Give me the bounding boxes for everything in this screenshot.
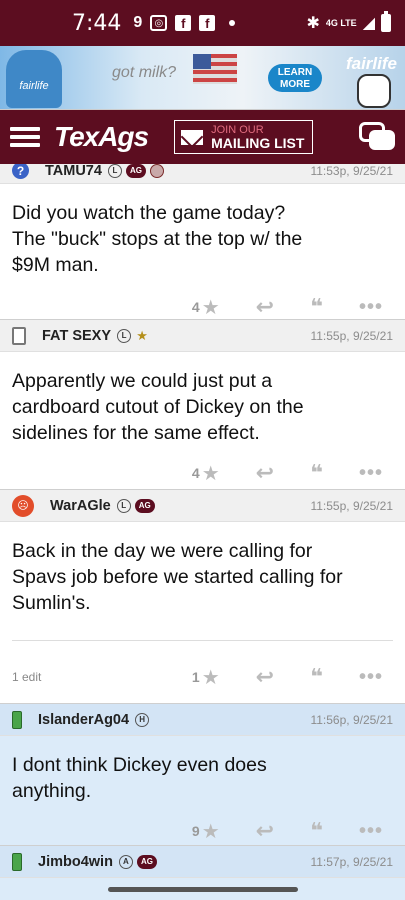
quote-icon[interactable]: ❝: [310, 818, 323, 844]
star-badge-icon: ★: [136, 327, 148, 343]
post-line: I dont think Dickey even does: [12, 754, 267, 776]
post-body: Apparently we could just put a cardboard…: [0, 352, 405, 446]
network-type: 4G LTE: [325, 17, 357, 28]
vote-button[interactable]: 1 ★: [192, 665, 220, 690]
site-logo[interactable]: TexAgs: [54, 121, 149, 153]
post-line: Back in the day we were calling for: [12, 540, 313, 562]
badge-l: L: [107, 164, 122, 178]
clock: 7:44: [72, 10, 122, 36]
home-indicator[interactable]: [108, 887, 298, 892]
bluetooth-icon: ✱: [306, 15, 320, 32]
flag-image: [193, 54, 237, 84]
more-options-icon[interactable]: •••: [359, 666, 383, 689]
post-line: Spavs job before we started calling for: [12, 566, 343, 588]
learn-more-button[interactable]: LEARN MORE: [268, 64, 322, 92]
post: FAT SEXY L ★ 11:55p, 9/25/21 Apparently …: [0, 320, 405, 490]
post: ? TAMU74 L AG 11:53p, 9/25/21 Did you wa…: [0, 164, 405, 320]
star-icon: ★: [201, 462, 220, 485]
mailing-list-button[interactable]: JOIN OUR MAILING LIST: [174, 120, 314, 154]
star-icon: ★: [201, 296, 220, 319]
quote-icon[interactable]: ❝: [310, 460, 323, 486]
vote-button[interactable]: 4 ★: [192, 461, 220, 486]
post: IslanderAg04 H 11:56p, 9/25/21 I dont th…: [0, 704, 405, 846]
more-notifications-icon: [229, 20, 236, 26]
phone-avatar-icon[interactable]: [12, 852, 22, 871]
cow-icon: [357, 74, 391, 108]
more-options-icon[interactable]: •••: [359, 820, 383, 843]
post-time[interactable]: 11:55p, 9/25/21: [310, 329, 393, 343]
post-body: Back in the day we were calling for Spav…: [0, 522, 405, 616]
got-milk-logo: got milk?: [112, 64, 177, 81]
username[interactable]: FAT SEXY: [42, 328, 111, 344]
app-9-icon: 9: [133, 14, 143, 31]
post-time[interactable]: 11:56p, 9/25/21: [310, 713, 393, 727]
badge-l: L: [117, 328, 132, 343]
star-icon: ★: [201, 820, 220, 843]
post-header: ? TAMU74 L AG 11:53p, 9/25/21: [0, 164, 405, 184]
instagram-icon: ◎: [150, 15, 168, 31]
brand-logo: fairlife: [345, 54, 397, 73]
username[interactable]: TAMU74: [45, 164, 102, 179]
milk-bottle-image: fairlife: [6, 50, 62, 108]
vote-button[interactable]: 4 ★: [192, 295, 220, 320]
post-line: sidelines for the same effect.: [12, 422, 260, 444]
post-line: cardboard cutout of Dickey on the: [12, 396, 304, 418]
post-line: Apparently we could just put a: [12, 370, 273, 392]
post-header: IslanderAg04 H 11:56p, 9/25/21: [0, 704, 405, 736]
post-header: Jimbo4win A AG 11:57p, 9/25/21: [0, 846, 405, 878]
edit-count[interactable]: 1 edit: [12, 670, 41, 684]
envelope-icon: [181, 129, 204, 145]
quote-icon[interactable]: ❝: [310, 664, 323, 690]
phone-avatar-icon[interactable]: [12, 710, 22, 729]
badge-ag: AG: [134, 498, 155, 513]
post-line: Did you watch the game today?: [12, 202, 286, 224]
username[interactable]: WarAGle: [50, 498, 111, 514]
vote-button[interactable]: 9 ★: [192, 819, 220, 844]
quote-icon[interactable]: ❝: [310, 294, 323, 320]
reply-icon[interactable]: ↩: [256, 460, 274, 486]
divider: [12, 640, 393, 641]
post-actions: 1 edit 1 ★ ↩ ❝ •••: [0, 659, 405, 695]
status-bar: 7:44 9 ◎ f f ✱ 4G LTE ◢: [0, 0, 405, 46]
badge-a: A: [118, 854, 133, 869]
more-options-icon[interactable]: •••: [359, 462, 383, 485]
badge-ag: AG: [125, 164, 146, 178]
post-body: Did you watch the game today? The "buck"…: [0, 184, 405, 278]
seal-badge-icon: [149, 164, 164, 178]
reply-icon[interactable]: ↩: [256, 818, 274, 844]
more-options-icon[interactable]: •••: [359, 296, 383, 319]
badge-h: H: [135, 712, 150, 727]
facebook-icon-2: f: [199, 15, 216, 31]
angry-face-avatar-icon[interactable]: ☹: [12, 494, 34, 517]
post: ☹ WarAGle L AG 11:55p, 9/25/21 Back in t…: [0, 490, 405, 704]
post-line: anything.: [12, 780, 92, 802]
star-icon: ★: [201, 666, 220, 689]
post-line: Sumlin's.: [12, 592, 91, 614]
post-feed: ? TAMU74 L AG 11:53p, 9/25/21 Did you wa…: [0, 164, 405, 900]
notepad-avatar-icon[interactable]: [12, 326, 26, 345]
badge-ag: AG: [136, 854, 157, 869]
question-avatar-icon[interactable]: ?: [12, 164, 29, 179]
post-header: ☹ WarAGle L AG 11:55p, 9/25/21: [0, 490, 405, 522]
top-nav: TexAgs JOIN OUR MAILING LIST: [0, 110, 405, 164]
username[interactable]: Jimbo4win: [38, 854, 113, 870]
facebook-icon: f: [175, 15, 192, 31]
post-body: I dont think Dickey even does anything.: [0, 736, 405, 804]
ad-banner[interactable]: fairlife got milk? LEARN MORE fairlife: [0, 46, 405, 110]
mailing-list-label: MAILING LIST: [211, 135, 305, 151]
post-time[interactable]: 11:57p, 9/25/21: [310, 855, 393, 869]
post-time[interactable]: 11:55p, 9/25/21: [310, 499, 393, 513]
chat-icon[interactable]: [359, 122, 395, 152]
post-line: $9M man.: [12, 254, 99, 276]
reply-icon[interactable]: ↩: [256, 664, 274, 690]
battery-icon: [381, 11, 391, 32]
post-time[interactable]: 11:53p, 9/25/21: [310, 164, 393, 178]
menu-icon[interactable]: [10, 123, 40, 151]
reply-icon[interactable]: ↩: [256, 294, 274, 320]
badge-l: L: [116, 498, 131, 513]
post-line: The "buck" stops at the top w/ the: [12, 228, 303, 250]
signal-icon: ◢: [362, 15, 375, 32]
post-header: FAT SEXY L ★ 11:55p, 9/25/21: [0, 320, 405, 352]
username[interactable]: IslanderAg04: [38, 712, 129, 728]
